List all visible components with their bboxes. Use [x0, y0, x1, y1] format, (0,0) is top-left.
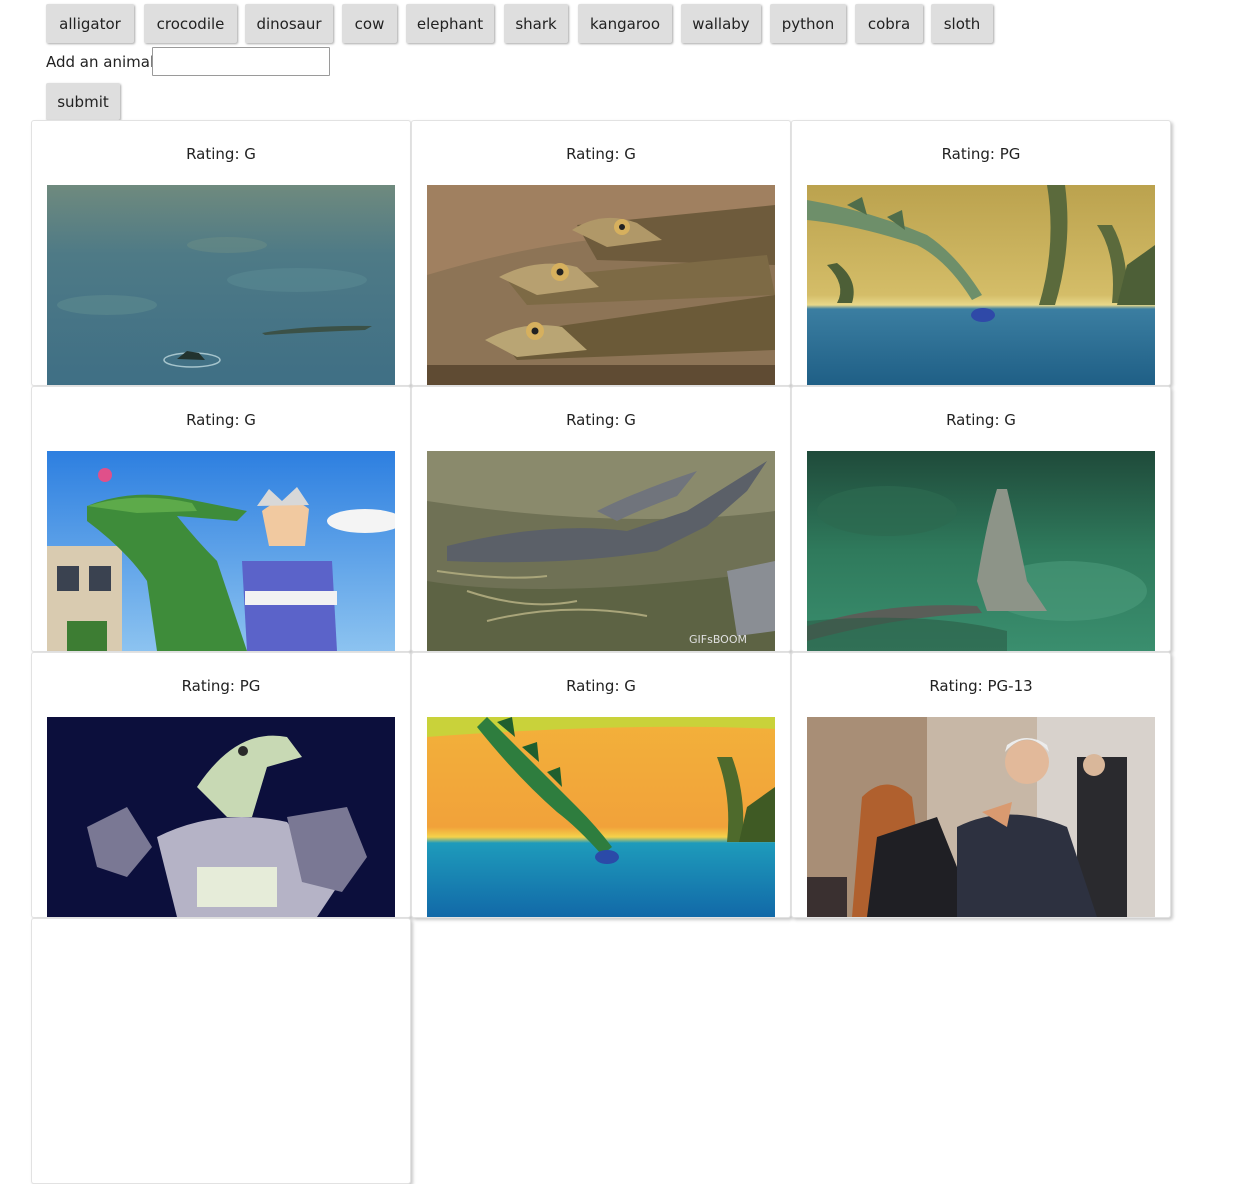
- gif-card: Rating: PG: [791, 120, 1171, 386]
- gif-image[interactable]: [47, 717, 395, 917]
- animal-button-alligator[interactable]: alligator: [46, 4, 134, 43]
- gif-image[interactable]: [807, 451, 1155, 651]
- gif-rating: Rating: G: [186, 411, 256, 429]
- gif-rating: Rating: G: [566, 145, 636, 163]
- gif-image[interactable]: [807, 185, 1155, 385]
- gif-card: Rating: PG: [31, 652, 411, 918]
- gif-rating: Rating: PG: [181, 677, 261, 695]
- gif-rating: Rating: G: [566, 677, 636, 695]
- gif-card: Rating: PG-13: [791, 652, 1171, 918]
- watermark-text: GIFsBOOM: [689, 633, 747, 646]
- gif-card: Rating: G: [791, 386, 1171, 652]
- submit-button[interactable]: submit: [46, 83, 120, 120]
- animal-button-kangaroo[interactable]: kangaroo: [578, 4, 672, 43]
- gif-rating: Rating: PG-13: [929, 677, 1033, 695]
- animal-button-wallaby[interactable]: wallaby: [681, 4, 761, 43]
- animal-button-elephant[interactable]: elephant: [406, 4, 494, 43]
- animal-button-cow[interactable]: cow: [342, 4, 397, 43]
- animal-button-shark[interactable]: shark: [504, 4, 568, 43]
- animal-button-crocodile[interactable]: crocodile: [144, 4, 237, 43]
- gif-image[interactable]: [427, 185, 775, 385]
- add-animal-label: Add an animal: [46, 53, 155, 71]
- animal-button-dinosaur[interactable]: dinosaur: [245, 4, 333, 43]
- gif-rating: Rating: G: [566, 411, 636, 429]
- gif-card: Rating: G GIFsBOOM: [411, 386, 791, 652]
- gif-rating: Rating: PG: [941, 145, 1021, 163]
- gif-card: [31, 918, 411, 1184]
- animal-button-python[interactable]: python: [770, 4, 846, 43]
- gif-image[interactable]: [427, 717, 775, 917]
- gif-image[interactable]: [807, 717, 1155, 917]
- gif-rating: Rating: G: [186, 145, 256, 163]
- gif-image[interactable]: [47, 451, 395, 651]
- animal-button-cobra[interactable]: cobra: [855, 4, 923, 43]
- gif-card: Rating: G: [31, 386, 411, 652]
- gif-card: Rating: G: [411, 120, 791, 386]
- gif-rating: Rating: G: [946, 411, 1016, 429]
- gif-card: Rating: G: [31, 120, 411, 386]
- gif-image[interactable]: [47, 185, 395, 385]
- animal-button-sloth[interactable]: sloth: [931, 4, 993, 43]
- gif-card: Rating: G: [411, 652, 791, 918]
- gif-image[interactable]: GIFsBOOM: [427, 451, 775, 651]
- add-animal-input[interactable]: [152, 47, 330, 76]
